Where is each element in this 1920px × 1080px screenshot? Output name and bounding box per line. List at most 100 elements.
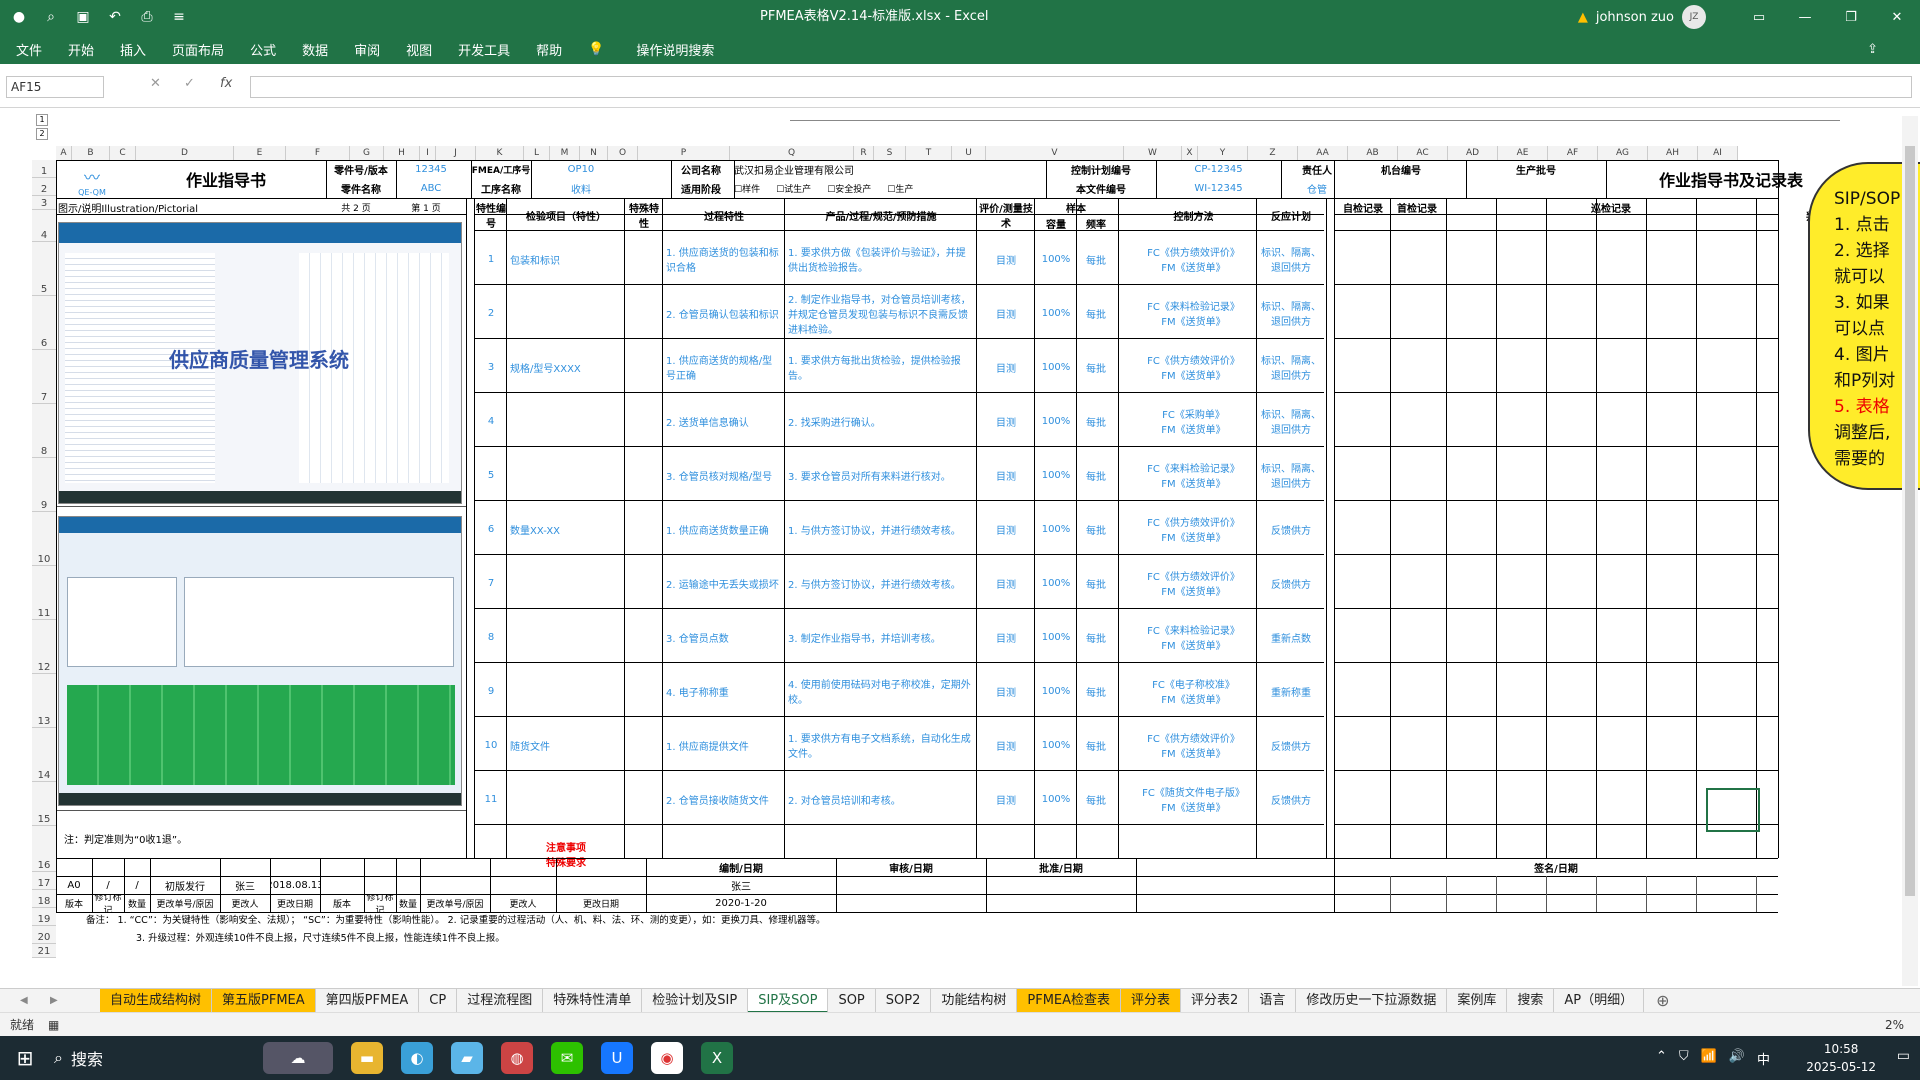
sample-frequency[interactable]: 每批 <box>1076 448 1116 502</box>
prevention-measure[interactable]: 1. 要求供方有电子文档系统，自动化生成文件。 <box>788 718 974 772</box>
column-header[interactable]: N <box>580 146 608 160</box>
column-header[interactable]: E <box>234 146 286 160</box>
inspection-item[interactable]: 数量XX-XX <box>510 502 622 556</box>
sheet-tab[interactable]: 修改历史一下拉源数据 <box>1296 988 1448 1013</box>
sip-sheet[interactable]: 〰 QE-QM 作业指导书 零件号/版本 12345 零件名称 ABC FMEA… <box>56 160 1826 950</box>
file-explorer-icon[interactable]: ▬ <box>351 1042 383 1074</box>
row-header[interactable]: 16 <box>32 826 56 872</box>
evaluation-method[interactable]: 目测 <box>978 286 1034 340</box>
sheet-tab[interactable]: SOP <box>828 988 876 1013</box>
name-box[interactable]: AF15 <box>6 76 104 98</box>
search-icon[interactable]: ⌕ <box>42 8 60 26</box>
inspection-item[interactable] <box>510 286 622 340</box>
doc-no-value[interactable]: WI-12345 <box>1156 179 1281 198</box>
sample-capacity[interactable]: 100% <box>1036 664 1076 718</box>
process-characteristic[interactable]: 1. 供应商送货的规格/型号正确 <box>666 340 782 394</box>
autosave-icon[interactable]: ● <box>10 8 28 26</box>
screenshot-image-1[interactable]: 供应商质量管理系统 <box>58 222 462 504</box>
column-header[interactable]: D <box>136 146 234 160</box>
evaluation-method[interactable]: 目测 <box>978 394 1034 448</box>
column-header[interactable]: J <box>436 146 476 160</box>
reaction-plan[interactable]: 标识、隔离、退回供方 <box>1258 232 1324 286</box>
column-header[interactable]: I <box>420 146 436 160</box>
wechat-icon[interactable]: ✉ <box>551 1042 583 1074</box>
tray-chevron-icon[interactable]: ⌃ <box>1656 1049 1667 1068</box>
sample-capacity[interactable]: 100% <box>1036 772 1076 826</box>
prevention-measure[interactable]: 2. 找采购进行确认。 <box>788 394 974 448</box>
inspection-item[interactable]: 包装和标识 <box>510 232 622 286</box>
row-header[interactable]: 15 <box>32 782 56 826</box>
customize-icon[interactable]: ≡ <box>170 8 188 26</box>
sheet-tab[interactable]: 过程流程图 <box>457 988 544 1013</box>
prevention-measure[interactable]: 3. 制定作业指导书，并培训考核。 <box>788 610 974 664</box>
column-header[interactable]: X <box>1182 146 1198 160</box>
process-characteristic[interactable]: 3. 仓管员核对规格/型号 <box>666 448 782 502</box>
control-method[interactable]: FC《供方绩效评价》 FM《送货单》 <box>1131 556 1256 610</box>
sheet-tab[interactable]: SOP2 <box>876 988 932 1013</box>
column-header[interactable]: Q <box>730 146 854 160</box>
process-characteristic[interactable]: 2. 仓管员确认包装和标识 <box>666 286 782 340</box>
column-header[interactable]: Y <box>1198 146 1248 160</box>
column-header[interactable]: A <box>56 146 72 160</box>
prevention-measure[interactable]: 1. 要求供方每批出货检验，提供检验报告。 <box>788 340 974 394</box>
reaction-plan[interactable]: 重新点数 <box>1258 610 1324 664</box>
control-method[interactable]: FC《来料检验记录》 FM《送货单》 <box>1131 610 1256 664</box>
tab-view[interactable]: 视图 <box>406 40 432 59</box>
evaluation-method[interactable]: 目测 <box>978 718 1034 772</box>
column-header[interactable]: Z <box>1248 146 1298 160</box>
column-header[interactable]: AA <box>1298 146 1348 160</box>
row-header[interactable]: 3 <box>32 196 56 210</box>
reaction-plan[interactable]: 反馈供方 <box>1258 772 1324 826</box>
prevention-measure[interactable]: 2. 与供方签订协议，并进行绩效考核。 <box>788 556 974 610</box>
inspection-item[interactable]: 随货文件 <box>510 718 622 772</box>
zoom-level[interactable]: 2% <box>1885 1018 1904 1032</box>
sample-frequency[interactable]: 每批 <box>1076 340 1116 394</box>
sample-frequency[interactable]: 每批 <box>1076 556 1116 610</box>
inspection-item[interactable] <box>510 448 622 502</box>
tab-developer[interactable]: 开发工具 <box>458 40 510 59</box>
reaction-plan[interactable]: 反馈供方 <box>1258 718 1324 772</box>
column-header[interactable]: K <box>476 146 524 160</box>
app-icon-1[interactable]: ◐ <box>401 1042 433 1074</box>
column-header[interactable]: P <box>638 146 730 160</box>
column-header[interactable]: L <box>524 146 550 160</box>
column-header[interactable]: AI <box>1698 146 1738 160</box>
tab-insert[interactable]: 插入 <box>120 40 146 59</box>
row-header[interactable]: 14 <box>32 728 56 782</box>
column-header[interactable]: AE <box>1498 146 1548 160</box>
stage-checkbox-trial[interactable]: ☐试生产 <box>776 182 811 195</box>
save-icon[interactable]: ▣ <box>74 8 92 26</box>
sample-frequency[interactable]: 每批 <box>1076 286 1116 340</box>
column-header[interactable]: C <box>110 146 136 160</box>
stage-checkbox-sample[interactable]: ☐样件 <box>734 182 760 195</box>
process-characteristic[interactable]: 1. 供应商送货的包装和标识合格 <box>666 232 782 286</box>
editor-name[interactable]: 张三 <box>646 876 836 894</box>
sheet-tab[interactable]: 第五版PFMEA <box>212 988 316 1013</box>
control-method[interactable]: FC《电子称校准》 FM《送货单》 <box>1131 664 1256 718</box>
tab-review[interactable]: 审阅 <box>354 40 380 59</box>
revision-cell[interactable]: / <box>124 876 150 894</box>
print-preview-icon[interactable]: ⎙ <box>138 8 156 26</box>
inspection-item[interactable] <box>510 610 622 664</box>
inspection-item[interactable] <box>510 772 622 826</box>
row-header[interactable]: 6 <box>32 296 56 350</box>
sample-frequency[interactable]: 每批 <box>1076 394 1116 448</box>
revision-cell[interactable]: 2018.08.13 <box>270 876 320 894</box>
process-characteristic[interactable]: 1. 供应商送货数量正确 <box>666 502 782 556</box>
row-header[interactable]: 17 <box>32 872 56 890</box>
reaction-plan[interactable]: 反馈供方 <box>1258 556 1324 610</box>
sheet-tab[interactable]: 评分表 <box>1121 988 1182 1013</box>
tab-data[interactable]: 数据 <box>302 40 328 59</box>
prevention-measure[interactable]: 2. 制定作业指导书，对仓管员培训考核，并规定仓管员发现包装与标识不良需反馈进料… <box>788 286 974 340</box>
company-value[interactable]: 武汉扣易企业管理有限公司 <box>734 160 1034 179</box>
control-method[interactable]: FC《供方绩效评价》 FM《送货单》 <box>1131 340 1256 394</box>
control-method[interactable]: FC《供方绩效评价》 FM《送货单》 <box>1131 232 1256 286</box>
tell-me[interactable]: 💡 操作说明搜索 <box>588 40 740 59</box>
column-header[interactable]: B <box>72 146 110 160</box>
evaluation-method[interactable]: 目测 <box>978 610 1034 664</box>
tab-formulas[interactable]: 公式 <box>250 40 276 59</box>
process-characteristic[interactable]: 4. 电子称称重 <box>666 664 782 718</box>
inspection-item[interactable] <box>510 664 622 718</box>
evaluation-method[interactable]: 目测 <box>978 340 1034 394</box>
tray-network-icon[interactable]: 📶 <box>1701 1049 1717 1068</box>
